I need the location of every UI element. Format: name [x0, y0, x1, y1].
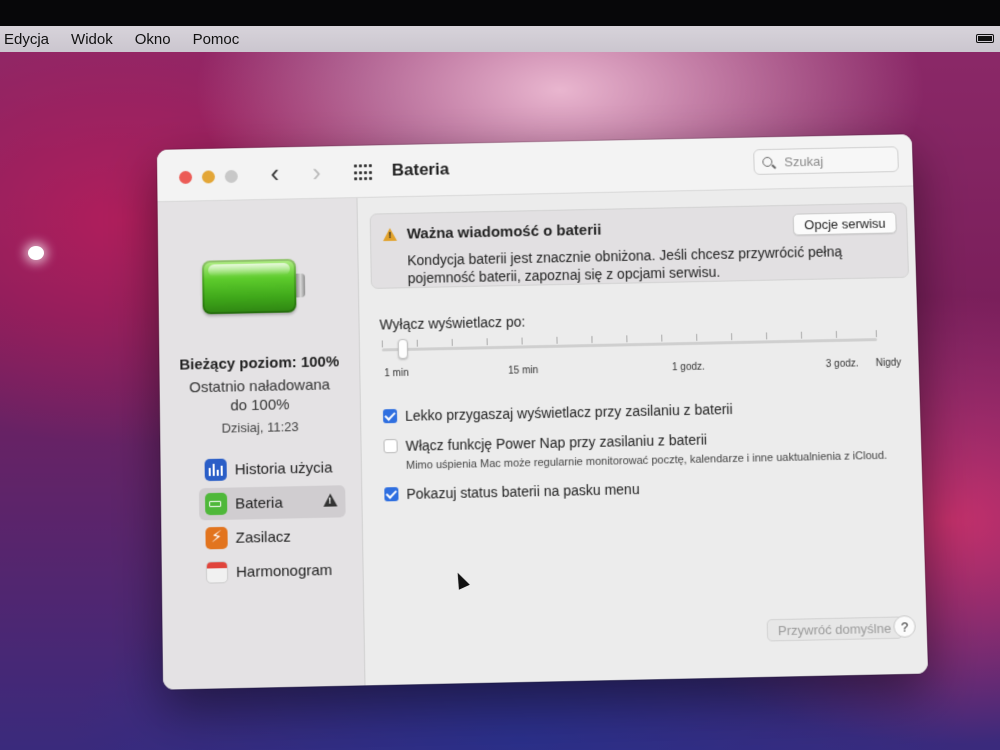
restore-defaults-button[interactable]: Przywróć domyślne: [767, 616, 903, 641]
sidebar-item-bateria[interactable]: Bateria: [199, 485, 346, 520]
battery-alert-box: Ważna wiadomość o baterii Opcje serwisu …: [370, 202, 909, 289]
back-arrow-icon[interactable]: ‹: [270, 159, 279, 187]
battery-level-title: Bieżący poziom: 100%: [159, 353, 359, 374]
sidebar-list: Historia użycia Bateria ⚡ Zasilacz Harmo…: [198, 451, 346, 591]
show-status-checkbox[interactable]: [384, 487, 398, 501]
display-off-label: Wyłącz wyświetlacz po:: [379, 314, 525, 333]
show-all-grid-icon[interactable]: [354, 164, 372, 182]
dim-display-label: Lekko przygaszaj wyświetlacz przy zasila…: [405, 401, 733, 424]
dim-display-checkbox[interactable]: [383, 409, 397, 423]
menu-pomoc[interactable]: Pomoc: [193, 31, 240, 48]
sidebar: Bieżący poziom: 100% Ostatnio naładowana…: [158, 198, 366, 690]
warning-icon: [383, 228, 397, 241]
sidebar-item-label: Historia użycia: [235, 459, 333, 478]
lightning-icon: ⚡: [205, 527, 227, 550]
sidebar-item-harmonogram[interactable]: Harmonogram: [200, 553, 347, 588]
power-nap-checkbox-row[interactable]: Włącz funkcję Power Nap przy zasilaniu z…: [383, 432, 707, 455]
main-panel: Ważna wiadomość o baterii Opcje serwisu …: [357, 186, 928, 685]
power-nap-note: Mimo uśpienia Mac może regularnie monito…: [406, 450, 887, 472]
sidebar-item-zasilacz[interactable]: ⚡ Zasilacz: [199, 519, 346, 554]
bar-chart-icon: [205, 459, 227, 482]
tick-label-1min: 1 min: [384, 368, 409, 379]
zoom-button[interactable]: [225, 170, 238, 183]
menu-widok[interactable]: Widok: [71, 31, 113, 48]
alert-title: Ważna wiadomość o baterii: [407, 222, 602, 243]
menu-edycja[interactable]: Edycja: [4, 31, 49, 48]
dim-display-checkbox-row[interactable]: Lekko przygaszaj wyświetlacz przy zasila…: [383, 401, 733, 424]
warning-icon: [323, 493, 337, 506]
tick-label-15min: 15 min: [508, 365, 538, 377]
window-title: Bateria: [392, 160, 450, 181]
preferences-window: ‹ › Bateria Bieżący poziom: 100% Ostatni…: [157, 134, 928, 689]
menu-bar: Edycja Widok Okno Pomoc: [0, 26, 1000, 52]
search-icon: [762, 157, 772, 167]
alert-message: Kondycja baterii jest znacznie obniżona.…: [407, 241, 896, 287]
tick-label-never: Nigdy: [876, 358, 902, 369]
power-nap-label: Włącz funkcję Power Nap przy zasilaniu z…: [405, 432, 707, 454]
sidebar-item-label: Harmonogram: [236, 561, 333, 580]
show-status-label: Pokazuj status baterii na pasku menu: [406, 481, 639, 502]
menu-okno[interactable]: Okno: [135, 31, 171, 48]
help-button[interactable]: ?: [893, 615, 916, 638]
minimize-button[interactable]: [202, 170, 215, 183]
search-field[interactable]: [753, 146, 899, 175]
sidebar-item-historia[interactable]: Historia użycia: [198, 451, 345, 486]
battery-large-icon: [202, 259, 304, 315]
tick-label-3h: 3 godz.: [826, 358, 859, 370]
last-charged-time: Dzisiaj, 11:23: [160, 418, 360, 437]
battery-icon: [205, 493, 227, 516]
screen-bezel: [0, 0, 1000, 26]
last-charged-text: Ostatnio naładowana do 100%: [160, 375, 360, 417]
light-reflection: [28, 246, 44, 260]
tick-label-1h: 1 godz.: [672, 362, 705, 374]
sidebar-item-label: Bateria: [235, 494, 283, 512]
search-input[interactable]: [782, 151, 886, 170]
close-button[interactable]: [179, 171, 192, 184]
show-status-checkbox-row[interactable]: Pokazuj status baterii na pasku menu: [384, 481, 639, 502]
menubar-battery-icon[interactable]: [976, 34, 994, 43]
service-options-button[interactable]: Opcje serwisu: [793, 212, 897, 236]
calendar-icon: [206, 561, 228, 584]
power-nap-checkbox[interactable]: [383, 439, 397, 453]
forward-arrow-icon[interactable]: ›: [312, 158, 321, 186]
display-off-slider-thumb[interactable]: [398, 339, 408, 359]
sidebar-item-label: Zasilacz: [236, 528, 291, 546]
